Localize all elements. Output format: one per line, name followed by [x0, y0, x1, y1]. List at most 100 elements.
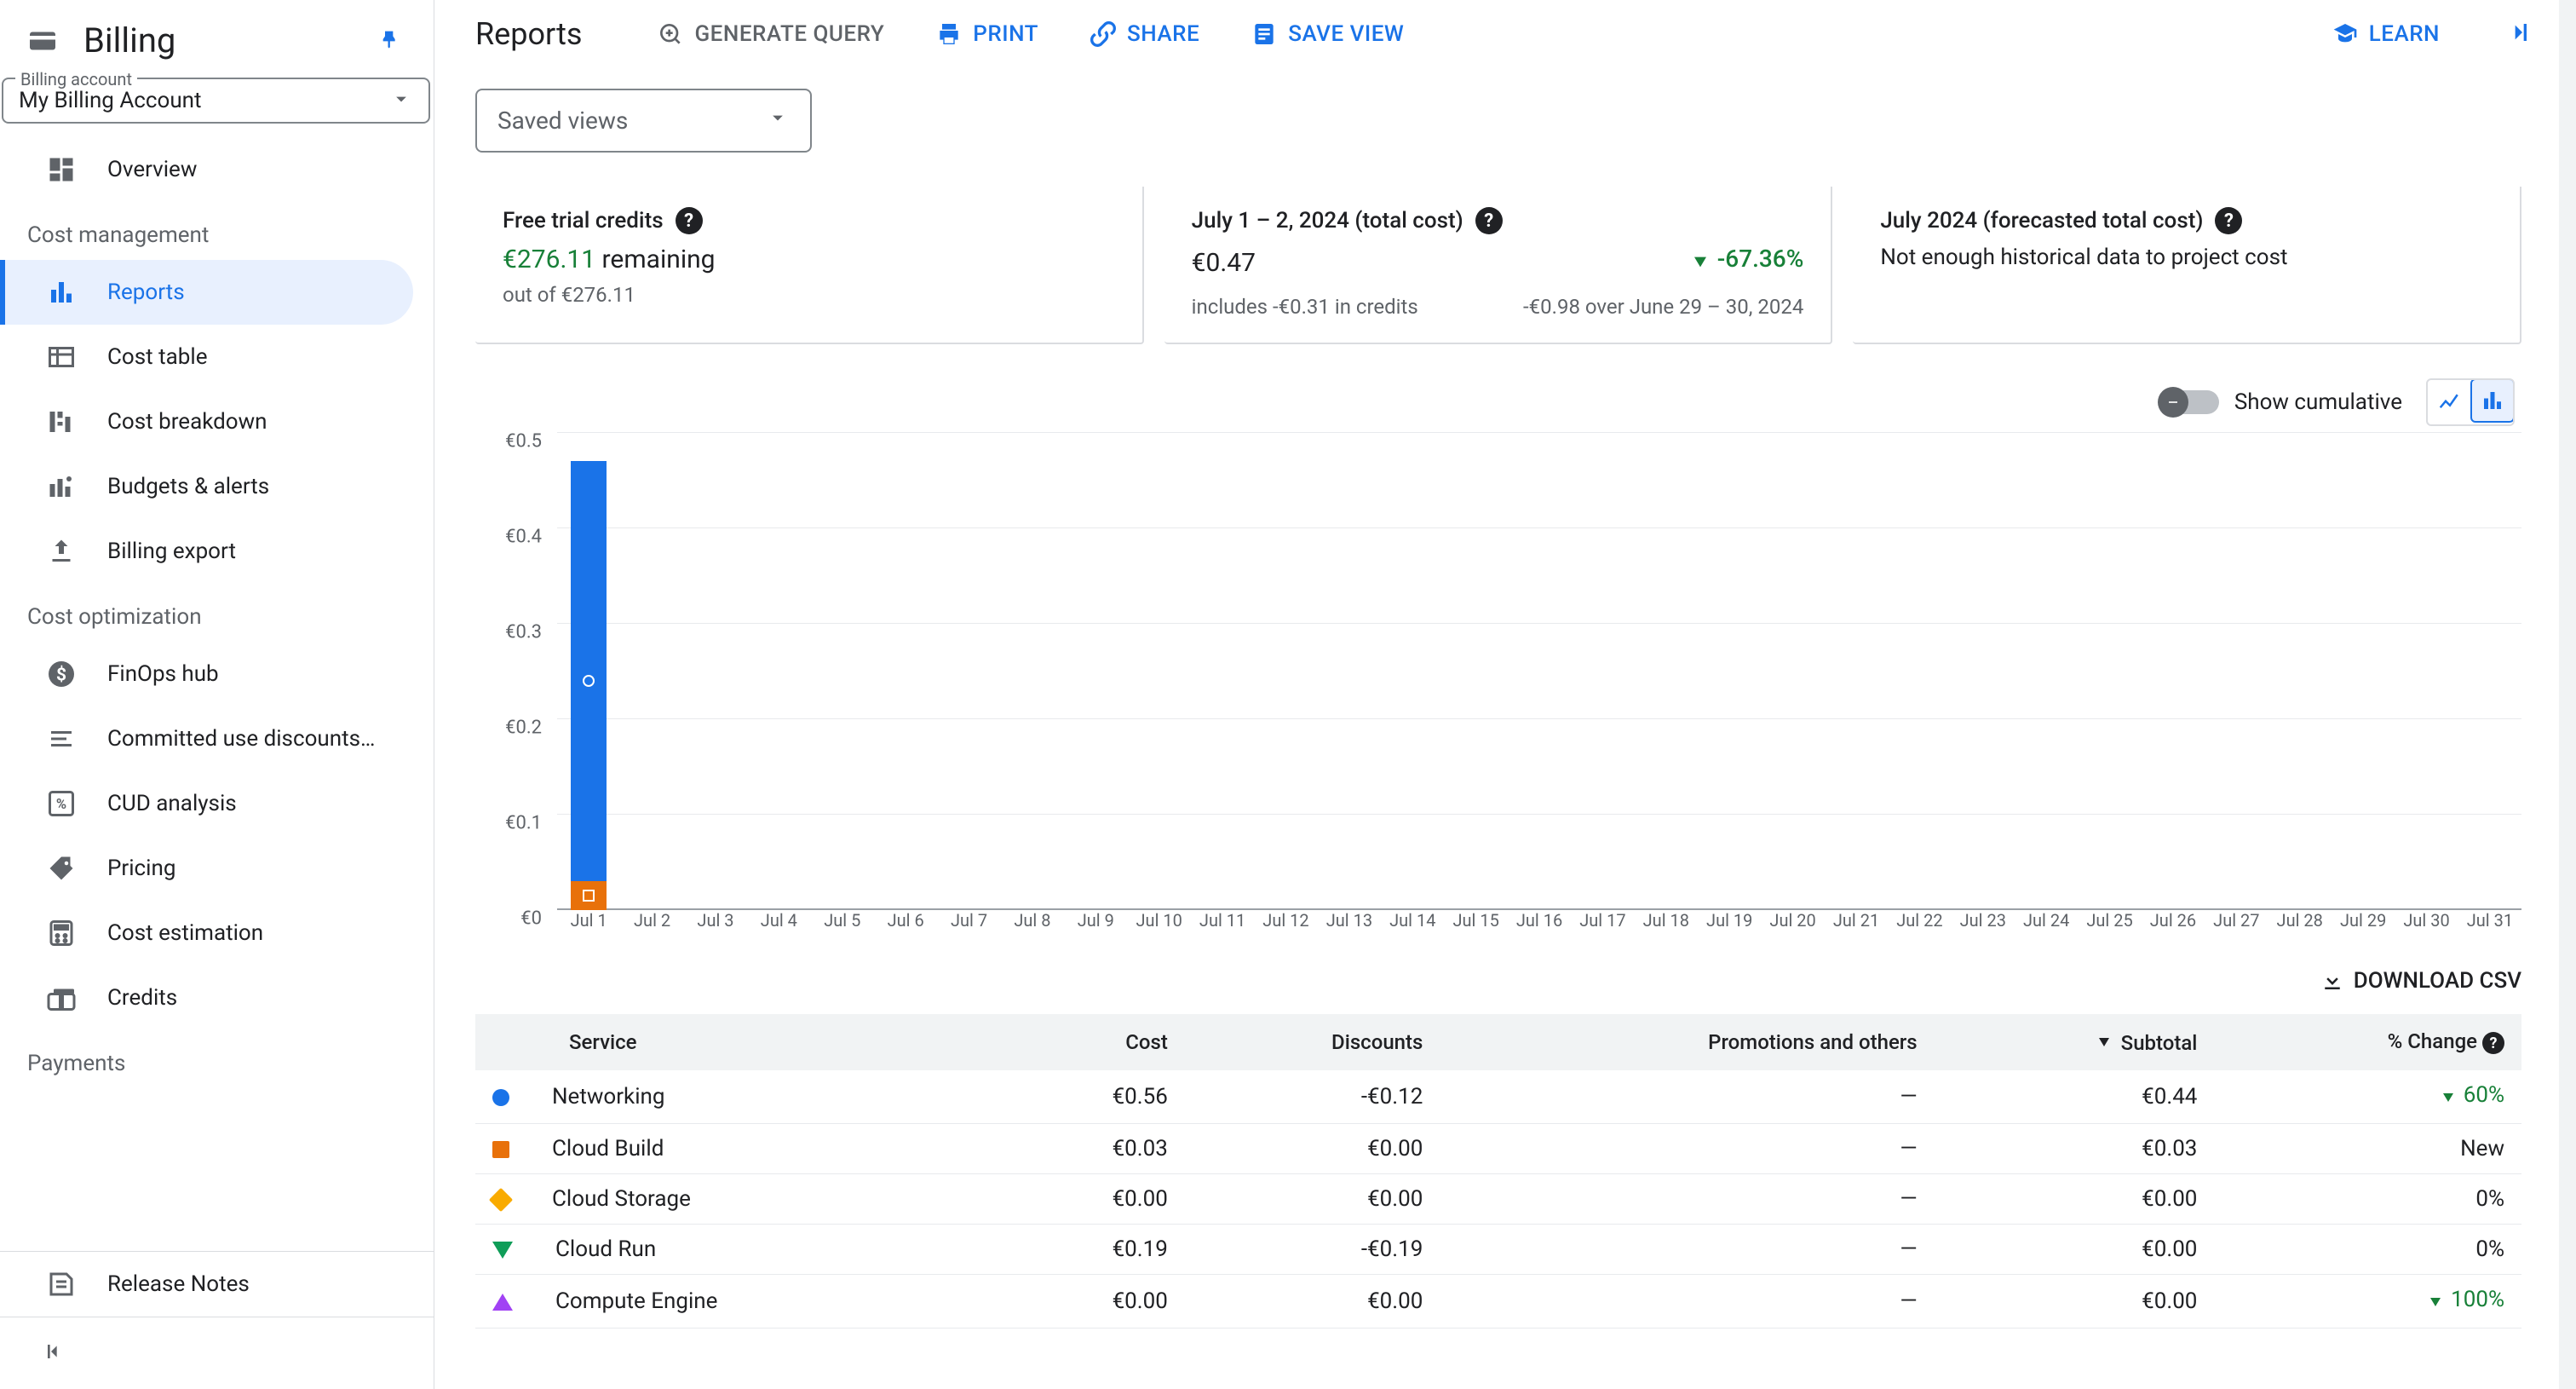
cumulative-toggle[interactable]: [2161, 390, 2219, 414]
table-row[interactable]: Networking€0.56-€0.12—€0.4460%: [475, 1070, 2521, 1124]
service-name: Cloud Run: [555, 1236, 656, 1262]
cost-cell: €0.56: [1003, 1070, 1185, 1124]
generate-query-icon: [657, 20, 684, 48]
change-cell: 100%: [2214, 1274, 2521, 1328]
sidebar-item-credits[interactable]: Credits: [0, 965, 434, 1030]
chart-marker: [583, 675, 595, 687]
discounts-cell: €0.00: [1185, 1173, 1440, 1224]
sidebar-item-label: Pricing: [107, 856, 175, 881]
help-icon[interactable]: ?: [1475, 207, 1503, 234]
sidebar-item-cost-breakdown[interactable]: Cost breakdown: [0, 389, 434, 454]
table-header[interactable]: Subtotal: [1935, 1014, 2215, 1070]
x-tick-label: Jul 30: [2395, 910, 2458, 944]
discounts-cell: €0.00: [1185, 1274, 1440, 1328]
table-row[interactable]: Cloud Run€0.19-€0.19—€0.000%: [475, 1224, 2521, 1274]
main: Reports GENERATE QUERYPRINTSHARESAVE VIE…: [434, 0, 2576, 1389]
nav-section-title: Cost management: [0, 202, 434, 260]
nav-section-title: Cost optimization: [0, 584, 434, 642]
print-button[interactable]: PRINT: [935, 20, 1038, 48]
trial-credits-card: Free trial credits ? €276.11 remaining o…: [475, 187, 1144, 344]
table-row[interactable]: Compute Engine€0.00€0.00—€0.00100%: [475, 1274, 2521, 1328]
promotions-cell: —: [1440, 1123, 1934, 1173]
sidebar-item-reports[interactable]: Reports: [0, 260, 413, 325]
table-header[interactable]: Discounts: [1185, 1014, 1440, 1070]
save-view-button[interactable]: SAVE VIEW: [1251, 20, 1404, 48]
share-button[interactable]: SHARE: [1090, 20, 1199, 48]
sidebar-item-cost-table[interactable]: Cost table: [0, 325, 434, 389]
change-value: 100%: [2425, 1287, 2504, 1312]
sidebar-item-budgets-alerts[interactable]: Budgets & alerts: [0, 454, 434, 519]
dashboard-icon: [46, 154, 77, 185]
generate-query-button[interactable]: GENERATE QUERY: [657, 20, 884, 48]
committed-icon: [46, 723, 77, 754]
table-header[interactable]: Promotions and others: [1440, 1014, 1934, 1070]
print-label: PRINT: [973, 21, 1038, 47]
help-icon[interactable]: ?: [2215, 207, 2242, 234]
billing-icon: [22, 26, 63, 56]
sidebar-item-cud-analysis[interactable]: %CUD analysis: [0, 771, 434, 836]
sidebar-item-label: Budgets & alerts: [107, 474, 269, 499]
sidebar-item-finops-hub[interactable]: $FinOps hub: [0, 642, 434, 706]
change-cell: 60%: [2214, 1070, 2521, 1124]
pin-icon[interactable]: [379, 27, 406, 55]
sidebar-item-release-notes[interactable]: Release Notes: [0, 1252, 434, 1317]
x-tick-label: Jul 10: [1128, 910, 1191, 944]
sidebar-item-overview[interactable]: Overview: [0, 137, 434, 202]
finops-icon: $: [46, 659, 77, 689]
x-tick-label: Jul 7: [937, 910, 1000, 944]
sidebar-collapse-button[interactable]: [0, 1317, 434, 1389]
y-tick-label: €0.4: [505, 526, 542, 547]
trial-remaining-word: remaining: [602, 245, 716, 274]
promotions-cell: —: [1440, 1224, 1934, 1274]
x-tick-label: Jul 5: [811, 910, 874, 944]
table-header[interactable]: % Change ?: [2214, 1014, 2521, 1070]
cud-icon: %: [46, 788, 77, 819]
sidebar-item-cost-estimation[interactable]: Cost estimation: [0, 901, 434, 965]
table-header[interactable]: Cost: [1003, 1014, 1185, 1070]
trial-subtitle: out of €276.11: [503, 283, 1115, 307]
x-tick-label: Jul 22: [1888, 910, 1951, 944]
x-tick-label: Jul 27: [2205, 910, 2268, 944]
series-marker: [492, 1141, 509, 1158]
table-header[interactable]: Service: [475, 1014, 1003, 1070]
scrollbar[interactable]: [2559, 0, 2576, 1389]
x-tick-label: Jul 31: [2458, 910, 2521, 944]
series-marker: [492, 1294, 513, 1311]
download-csv-button[interactable]: DOWNLOAD CSV: [2320, 968, 2521, 994]
subtotal-cell: €0.00: [1935, 1274, 2215, 1328]
forecast-card: July 2024 (forecasted total cost) ? Not …: [1853, 187, 2521, 344]
sidebar-item-label: Billing export: [107, 539, 236, 564]
table-row[interactable]: Cloud Storage€0.00€0.00—€0.000%: [475, 1173, 2521, 1224]
change-cell: 0%: [2214, 1173, 2521, 1224]
x-tick-label: Jul 3: [684, 910, 747, 944]
subtotal-cell: €0.00: [1935, 1173, 2215, 1224]
help-icon[interactable]: ?: [676, 207, 703, 234]
generate-query-label: GENERATE QUERY: [694, 21, 884, 47]
bar-chart-button[interactable]: [2470, 378, 2515, 423]
y-tick-label: €0: [520, 908, 542, 929]
learn-button[interactable]: LEARN: [2332, 20, 2440, 48]
help-icon[interactable]: ?: [2482, 1032, 2504, 1054]
x-tick-label: Jul 14: [1381, 910, 1444, 944]
series-marker: [492, 1242, 513, 1259]
billing-account-select[interactable]: Billing account My Billing Account: [2, 78, 430, 124]
sidebar-item-pricing[interactable]: Pricing: [0, 836, 434, 901]
learn-label: LEARN: [2369, 21, 2440, 47]
x-tick-label: Jul 18: [1635, 910, 1698, 944]
card-title: Free trial credits: [503, 208, 664, 233]
share-label: SHARE: [1127, 21, 1199, 47]
sidebar-item-committed-use-discounts-[interactable]: Committed use discounts…: [0, 706, 434, 771]
series-marker: [489, 1187, 513, 1211]
sidebar-item-billing-export[interactable]: Billing export: [0, 519, 434, 584]
collapse-panel-icon[interactable]: [2501, 15, 2535, 53]
promotions-cell: —: [1440, 1070, 1934, 1124]
y-tick-label: €0.3: [505, 621, 542, 643]
save-view-icon: [1251, 20, 1278, 48]
saved-views-select[interactable]: Saved views: [475, 89, 812, 153]
card-title: July 1 – 2, 2024 (total cost): [1192, 208, 1463, 233]
x-tick-label: Jul 17: [1571, 910, 1634, 944]
table-row[interactable]: Cloud Build€0.03€0.00—€0.03New: [475, 1123, 2521, 1173]
service-name: Compute Engine: [555, 1288, 717, 1314]
line-chart-button[interactable]: [2428, 380, 2472, 424]
cost-cell: €0.00: [1003, 1274, 1185, 1328]
